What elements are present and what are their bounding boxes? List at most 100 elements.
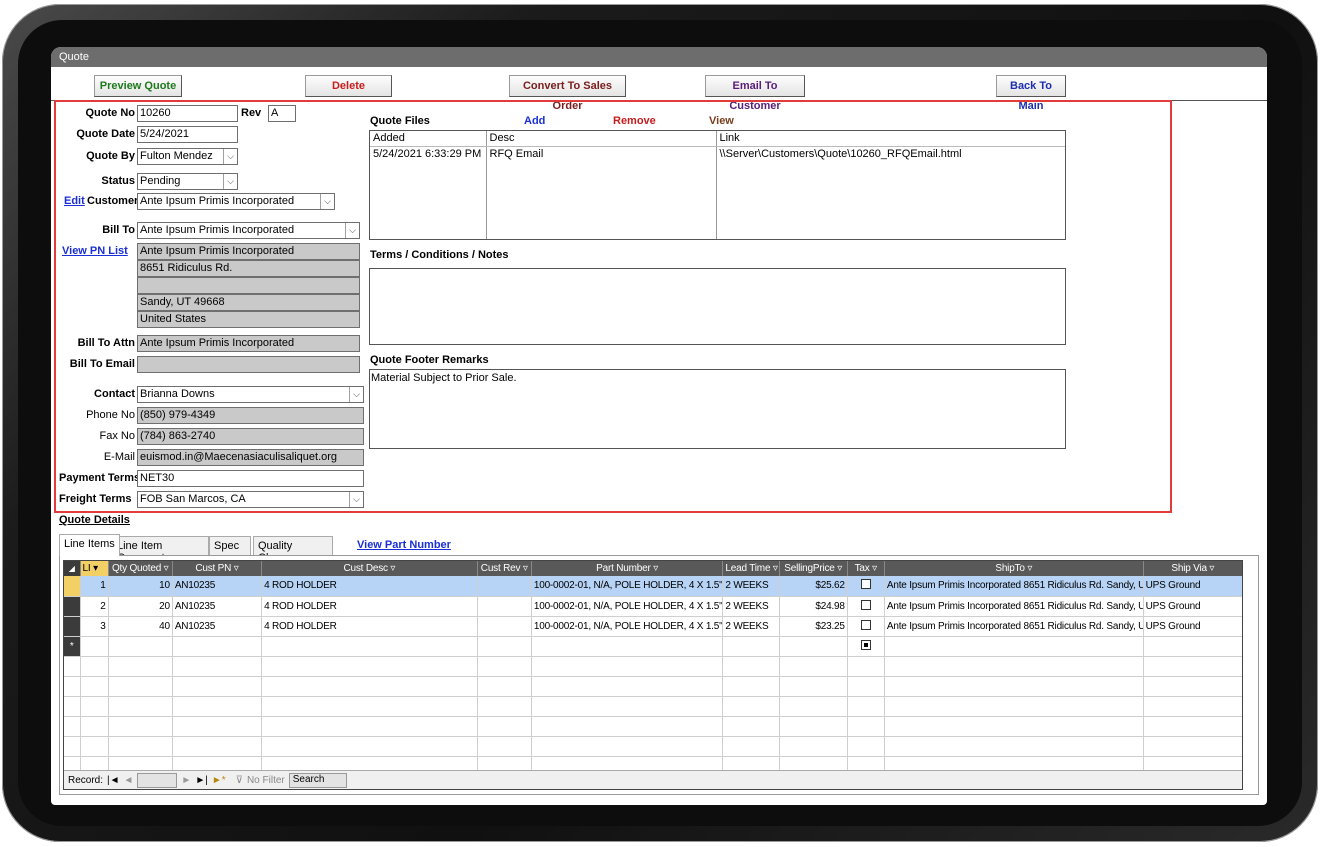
new-cell[interactable] — [477, 636, 532, 657]
tax-checkbox[interactable] — [860, 579, 871, 590]
remove-file-button[interactable]: Remove — [613, 115, 656, 127]
chevron-down-icon[interactable]: ⌵ — [223, 174, 237, 189]
new-cell[interactable] — [531, 636, 724, 657]
bill-to-attn-field[interactable]: Ante Ipsum Primis Incorporated — [137, 335, 360, 352]
chevron-down-icon[interactable]: ⌵ — [349, 387, 363, 402]
files-header-added[interactable]: Added — [370, 131, 487, 147]
tax-checkbox[interactable] — [860, 639, 871, 650]
grid-header-qty[interactable]: Qty Quoted ▿ — [108, 561, 173, 576]
table-row[interactable]: 3 40 AN10235 4 ROD HOLDER 100-0002-01, N… — [64, 616, 1242, 637]
chevron-down-icon[interactable]: ⌵ — [345, 223, 359, 238]
email-to-customer-button[interactable]: Email To Customer — [705, 75, 805, 112]
files-header-desc[interactable]: Desc — [486, 131, 717, 147]
grid-header-cust-pn[interactable]: Cust PN ▿ — [172, 561, 263, 576]
record-number-input[interactable] — [137, 772, 178, 788]
grid-header-ship-via[interactable]: Ship Via ▿ — [1143, 561, 1242, 576]
quote-no-field[interactable]: 10260 — [137, 105, 238, 122]
grid-header-ship-to[interactable]: ShipTo ▿ — [884, 561, 1144, 576]
freight-terms-combo[interactable]: FOB San Marcos, CA ⌵ — [137, 491, 364, 508]
cell-cust-pn[interactable]: AN10235 — [172, 576, 263, 597]
grid-header-tax[interactable]: Tax ▿ — [847, 561, 885, 576]
new-cell[interactable] — [884, 636, 1144, 657]
next-record-icon[interactable]: ► — [181, 775, 191, 786]
cell-part-number[interactable]: 100-0002-01, N/A, POLE HOLDER, 4 X 1.5" — [531, 616, 724, 637]
quote-files-list[interactable]: Added Desc Link 5/24/2021 6:33:29 PM RFQ… — [369, 130, 1066, 240]
view-part-number-link[interactable]: View Part Number — [357, 539, 451, 551]
table-row[interactable]: 2 20 AN10235 4 ROD HOLDER 100-0002-01, N… — [64, 596, 1242, 617]
view-file-button[interactable]: View — [709, 115, 734, 127]
cell-selling-price[interactable]: $24.98 — [779, 596, 848, 617]
new-cell[interactable] — [261, 636, 478, 657]
bill-to-combo[interactable]: Ante Ipsum Primis Incorporated ⌵ — [137, 222, 360, 239]
cell-li[interactable]: 1 — [80, 576, 109, 597]
new-cell[interactable] — [80, 636, 109, 657]
no-filter-label[interactable]: No Filter — [247, 775, 285, 786]
edit-customer-link[interactable]: Edit — [64, 195, 85, 207]
first-record-icon[interactable]: |◄ — [107, 775, 120, 786]
cell-lead-time[interactable]: 2 WEEKS — [722, 616, 780, 637]
cell-li[interactable]: 3 — [80, 616, 109, 637]
cell-cust-rev[interactable] — [477, 576, 532, 597]
files-cell-added[interactable]: 5/24/2021 6:33:29 PM — [370, 146, 487, 239]
cell-ship-via[interactable]: UPS Ground — [1143, 576, 1242, 597]
files-header-link[interactable]: Link — [716, 131, 1065, 147]
tab-line-items[interactable]: Line Items — [59, 534, 120, 556]
new-cell-tax[interactable] — [847, 636, 885, 657]
footer-remarks-textarea[interactable]: Material Subject to Prior Sale. — [369, 369, 1066, 449]
cell-cust-rev[interactable] — [477, 616, 532, 637]
table-row[interactable]: 1 10 AN10235 4 ROD HOLDER 100-0002-01, N… — [64, 576, 1242, 597]
filter-icon[interactable]: ⊽ — [236, 775, 243, 786]
previous-record-icon[interactable]: ◄ — [124, 775, 134, 786]
select-all-icon[interactable]: ◢ — [64, 561, 81, 576]
grid-header-lead-time[interactable]: Lead Time ▿ — [722, 561, 780, 576]
cell-selling-price[interactable]: $23.25 — [779, 616, 848, 637]
files-cell-link[interactable]: \\Server\Customers\Quote\10260_RFQEmail.… — [716, 146, 1065, 239]
tax-checkbox[interactable] — [860, 599, 871, 610]
phone-field[interactable]: (850) 979-4349 — [137, 407, 364, 424]
cell-qty[interactable]: 20 — [108, 596, 173, 617]
cell-li[interactable]: 2 — [80, 596, 109, 617]
customer-combo[interactable]: Ante Ipsum Primis Incorporated ⌵ — [137, 193, 335, 210]
chevron-down-icon[interactable]: ⌵ — [320, 194, 334, 209]
cell-qty[interactable]: 10 — [108, 576, 173, 597]
cell-cust-desc[interactable]: 4 ROD HOLDER — [261, 616, 478, 637]
cell-cust-desc[interactable]: 4 ROD HOLDER — [261, 596, 478, 617]
delete-button[interactable]: Delete — [305, 75, 392, 97]
row-selector[interactable] — [64, 576, 81, 597]
add-file-button[interactable]: Add — [524, 115, 545, 127]
cell-ship-to[interactable]: Ante Ipsum Primis Incorporated 8651 Ridi… — [884, 576, 1144, 597]
cell-cust-pn[interactable]: AN10235 — [172, 616, 263, 637]
cell-selling-price[interactable]: $25.62 — [779, 576, 848, 597]
new-cell[interactable] — [722, 636, 780, 657]
chevron-down-icon[interactable]: ⌵ — [349, 492, 363, 507]
row-selector[interactable] — [64, 596, 81, 617]
tax-checkbox[interactable] — [860, 619, 871, 630]
last-record-icon[interactable]: ►| — [195, 775, 208, 786]
bill-to-email-field[interactable] — [137, 356, 360, 373]
cell-ship-via[interactable]: UPS Ground — [1143, 596, 1242, 617]
new-cell[interactable] — [779, 636, 848, 657]
cell-lead-time[interactable]: 2 WEEKS — [722, 596, 780, 617]
view-pn-list-link[interactable]: View PN List — [62, 245, 128, 257]
cell-cust-rev[interactable] — [477, 596, 532, 617]
terms-textarea[interactable] — [369, 268, 1066, 345]
tab-spec[interactable]: Spec — [209, 536, 251, 556]
cell-lead-time[interactable]: 2 WEEKS — [722, 576, 780, 597]
cell-ship-to[interactable]: Ante Ipsum Primis Incorporated 8651 Ridi… — [884, 596, 1144, 617]
tab-line-item-comments[interactable]: Line Item Comments — [112, 536, 209, 564]
cell-tax[interactable] — [847, 576, 885, 597]
cell-cust-pn[interactable]: AN10235 — [172, 596, 263, 617]
new-row[interactable]: * — [64, 636, 1242, 657]
cell-qty[interactable]: 40 — [108, 616, 173, 637]
chevron-down-icon[interactable]: ⌵ — [223, 149, 237, 164]
quote-date-field[interactable]: 5/24/2021 — [137, 126, 238, 143]
cell-cust-desc[interactable]: 4 ROD HOLDER — [261, 576, 478, 597]
grid-header-part-number[interactable]: Part Number ▿ — [531, 561, 724, 576]
email-field[interactable]: euismod.in@Maecenasiaculisaliquet.org — [137, 449, 364, 466]
files-row[interactable]: 5/24/2021 6:33:29 PM RFQ Email \\Server\… — [370, 146, 1065, 239]
fax-field[interactable]: (784) 863-2740 — [137, 428, 364, 445]
grid-header-li[interactable]: LI ▾ — [80, 561, 109, 576]
line-items-grid[interactable]: ◢ LI ▾ Qty Quoted ▿ Cust PN ▿ Cust Desc … — [63, 560, 1243, 790]
files-cell-desc[interactable]: RFQ Email — [486, 146, 717, 239]
preview-quote-button[interactable]: Preview Quote — [94, 75, 182, 97]
